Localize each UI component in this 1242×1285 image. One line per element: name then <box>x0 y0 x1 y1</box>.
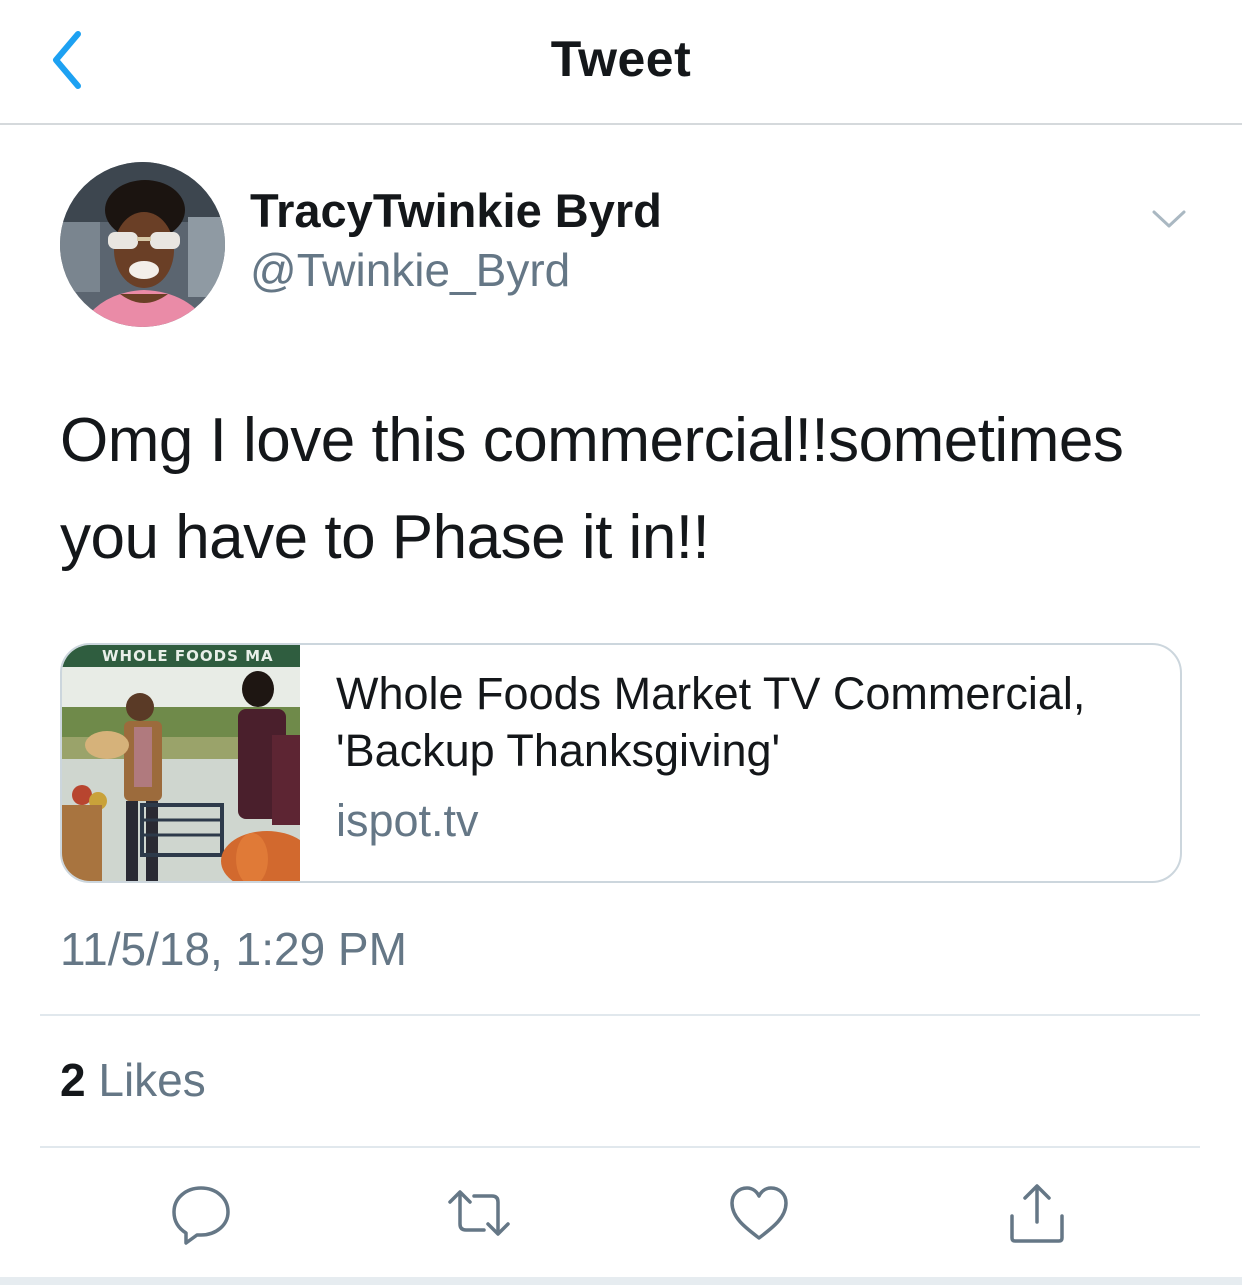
tweet-text: Omg I love this commercial!!sometimes yo… <box>60 392 1200 586</box>
tweet-text-line: Omg I love this commercial!!sometimes <box>60 406 1124 475</box>
thumbnail-sign-text: WHOLE FOODS MA <box>102 647 274 665</box>
more-options-button[interactable] <box>1148 198 1190 240</box>
share-icon <box>1010 1184 1064 1243</box>
card-thumbnail: WHOLE FOODS MA <box>62 645 313 881</box>
tweet-timestamp: 11/5/18, 1:29 PM <box>60 923 407 975</box>
likes-summary[interactable]: 2 Likes <box>60 1053 206 1107</box>
card-title: Whole Foods Market TV Commercial, 'Backu… <box>336 665 1166 779</box>
navigation-bar: Tweet <box>0 0 1242 125</box>
author-handle[interactable]: @Twinkie_Byrd <box>250 243 570 297</box>
author-name[interactable]: TracyTwinkie Byrd <box>250 183 662 238</box>
avatar[interactable] <box>60 162 225 327</box>
avatar-image <box>60 162 225 327</box>
share-button[interactable] <box>1004 1180 1070 1246</box>
divider <box>40 1146 1200 1148</box>
divider <box>40 1014 1200 1016</box>
link-card[interactable]: WHOLE FOODS MA Whole Foods Market TV Com… <box>60 643 1182 883</box>
bottom-separator <box>0 1277 1242 1285</box>
likes-label: Likes <box>98 1054 206 1106</box>
like-button[interactable] <box>726 1180 792 1246</box>
tweet-text-line: you have to Phase it in!! <box>60 503 710 572</box>
reply-button[interactable] <box>168 1180 234 1246</box>
chevron-down-icon <box>1152 210 1186 228</box>
card-title-line: 'Backup Thanksgiving' <box>336 725 781 776</box>
likes-count: 2 <box>60 1054 86 1106</box>
retweet-icon <box>448 1190 510 1236</box>
like-icon <box>730 1186 788 1240</box>
retweet-button[interactable] <box>446 1180 512 1246</box>
card-title-line: Whole Foods Market TV Commercial, <box>336 668 1086 719</box>
card-domain: ispot.tv <box>336 795 479 846</box>
reply-icon <box>172 1186 230 1245</box>
page-title: Tweet <box>550 31 692 87</box>
